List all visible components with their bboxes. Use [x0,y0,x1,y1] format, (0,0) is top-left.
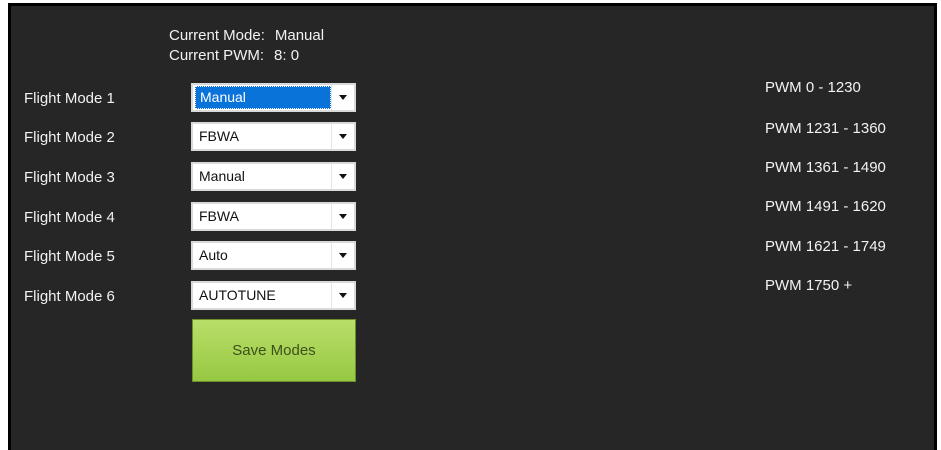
current-pwm-label: Current PWM: [169,47,265,64]
flight-mode-3-select[interactable]: Manual [191,162,356,191]
pwm-range-3: PWM 1361 - 1490 [765,159,886,176]
current-pwm-status: Current PWM: 8: 0 [169,47,299,64]
pwm-range-6: PWM 1750 + [765,277,853,294]
flight-mode-6-value: AUTOTUNE [199,287,276,303]
flight-mode-2-select[interactable]: FBWA [191,122,356,151]
flight-mode-6-select[interactable]: AUTOTUNE [191,281,356,310]
flight-mode-3-value: Manual [199,168,245,184]
pwm-range-1: PWM 0 - 1230 [765,79,861,96]
current-mode-label: Current Mode: [169,27,265,44]
flight-mode-6-label: Flight Mode 6 [24,288,115,305]
flight-mode-4-value: FBWA [199,208,239,224]
chevron-down-icon[interactable] [331,204,354,229]
flight-mode-2-value: FBWA [199,128,239,144]
flight-mode-1-select[interactable]: Manual [191,83,356,112]
save-modes-button[interactable]: Save Modes [192,319,356,382]
pwm-range-5: PWM 1621 - 1749 [765,238,886,255]
current-mode-value: Manual [274,27,325,44]
flight-mode-4-label: Flight Mode 4 [24,209,115,226]
chevron-down-icon[interactable] [331,124,354,149]
chevron-down-icon[interactable] [331,283,354,308]
chevron-down-icon[interactable] [331,85,354,110]
flight-mode-3-label: Flight Mode 3 [24,169,115,186]
flight-mode-5-value: Auto [199,247,228,263]
flight-mode-2-label: Flight Mode 2 [24,129,115,146]
pwm-range-2: PWM 1231 - 1360 [765,120,886,137]
flight-mode-1-value: Manual [195,86,331,109]
current-pwm-value: 8: 0 [274,47,300,64]
flight-mode-1-label: Flight Mode 1 [24,90,115,107]
chevron-down-icon[interactable] [331,164,354,189]
flight-modes-panel: Current Mode: Manual Current PWM: 8: 0 Fli… [8,3,937,450]
flight-mode-5-select[interactable]: Auto [191,241,356,270]
flight-mode-5-label: Flight Mode 5 [24,248,115,265]
flight-mode-4-select[interactable]: FBWA [191,202,356,231]
chevron-down-icon[interactable] [331,243,354,268]
pwm-range-4: PWM 1491 - 1620 [765,198,886,215]
current-mode-status: Current Mode: Manual [169,27,324,44]
